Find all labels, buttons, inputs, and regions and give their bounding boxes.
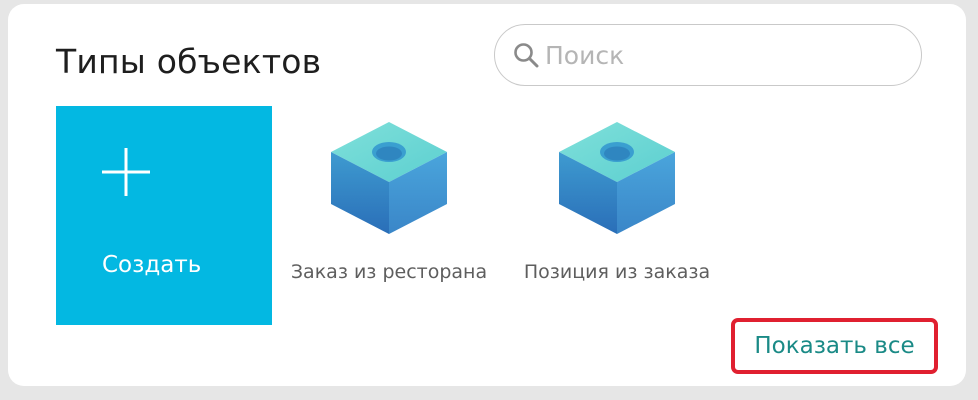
cube-icon (331, 122, 447, 234)
object-type-item[interactable]: Позиция из заказа (508, 106, 726, 325)
search-icon (514, 43, 539, 68)
cube-icon (559, 122, 675, 234)
show-all-link[interactable]: Показать все (731, 318, 938, 374)
create-label: Создать (102, 252, 202, 278)
plus-icon (102, 148, 150, 196)
search-input[interactable] (545, 37, 895, 73)
object-type-label: Позиция из заказа (523, 261, 711, 283)
search-box[interactable] (494, 24, 922, 86)
object-type-item[interactable]: Заказ из ресторана (280, 106, 498, 325)
page-title: Типы объектов (56, 42, 322, 81)
object-type-label: Заказ из ресторана (290, 261, 488, 283)
create-button[interactable]: Создать (56, 106, 272, 325)
show-all-label: Показать все (754, 333, 915, 359)
object-types-panel: Типы объектов Создать (8, 4, 966, 386)
